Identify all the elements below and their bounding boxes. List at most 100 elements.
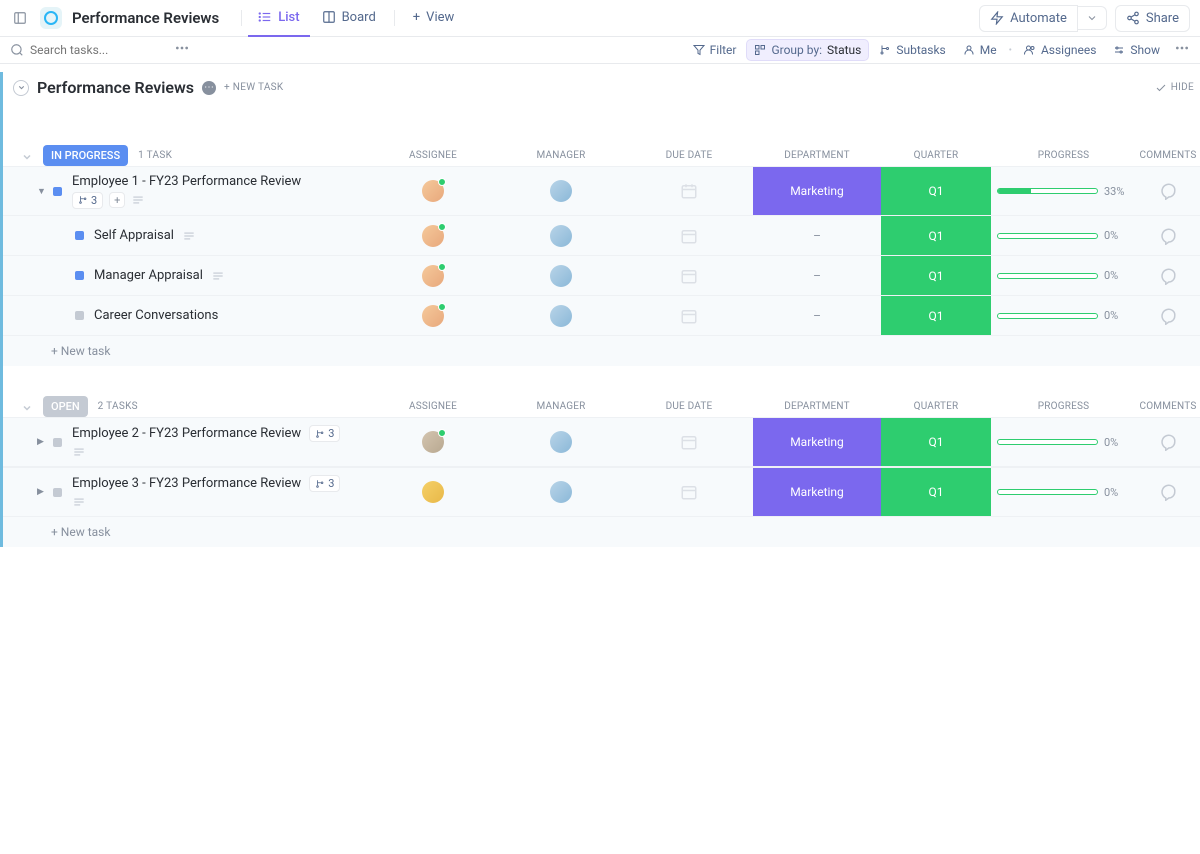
column-quarter[interactable]: QUARTER — [881, 150, 991, 161]
column-manager[interactable]: MANAGER — [497, 401, 625, 412]
me-button[interactable]: Me — [956, 40, 1004, 60]
quarter-cell[interactable]: Q1 — [881, 256, 991, 295]
task-row[interactable]: Self Appraisal – Q1 0% — [3, 216, 1200, 256]
due-date-cell[interactable] — [625, 167, 753, 215]
expand-caret-icon[interactable]: ▶ — [37, 437, 49, 447]
assignee-cell[interactable] — [369, 167, 497, 215]
progress-cell[interactable]: 33% — [991, 167, 1136, 215]
info-icon[interactable]: ⋯ — [202, 81, 216, 95]
department-cell[interactable]: – — [753, 256, 881, 295]
automate-dropdown[interactable] — [1078, 6, 1107, 30]
search-input[interactable] — [30, 43, 170, 57]
filter-button[interactable]: Filter — [686, 40, 744, 60]
status-square[interactable] — [53, 488, 62, 497]
status-square[interactable] — [75, 311, 84, 320]
column-due-date[interactable]: DUE DATE — [625, 401, 753, 412]
group-collapse-icon[interactable] — [21, 399, 37, 415]
tab-list[interactable]: List — [248, 0, 309, 37]
quarter-cell[interactable]: Q1 — [881, 216, 991, 255]
share-button[interactable]: Share — [1115, 5, 1190, 32]
task-title[interactable]: Employee 2 - FY23 Performance Review — [72, 426, 301, 441]
list-name[interactable]: Performance Reviews — [37, 78, 194, 97]
tab-add-view[interactable]: + View — [403, 0, 465, 37]
manager-cell[interactable] — [497, 296, 625, 335]
assignee-cell[interactable] — [369, 418, 497, 466]
assignee-cell[interactable] — [369, 296, 497, 335]
group-collapse-icon[interactable] — [21, 148, 37, 164]
task-title[interactable]: Employee 3 - FY23 Performance Review — [72, 476, 301, 491]
comments-cell[interactable] — [1136, 468, 1200, 516]
assignee-cell[interactable] — [369, 256, 497, 295]
column-comments[interactable]: COMMENTS — [1136, 401, 1200, 412]
department-cell[interactable]: – — [753, 216, 881, 255]
quarter-cell[interactable]: Q1 — [881, 468, 991, 516]
column-comments[interactable]: COMMENTS — [1136, 150, 1200, 161]
expand-caret-icon[interactable]: ▼ — [37, 186, 49, 197]
comments-cell[interactable] — [1136, 296, 1200, 335]
task-row[interactable]: Career Conversations – Q1 0% — [3, 296, 1200, 336]
add-subtask-button[interactable]: + — [109, 192, 125, 208]
subtask-count[interactable]: 3 — [309, 425, 340, 442]
comments-cell[interactable] — [1136, 256, 1200, 295]
progress-cell[interactable]: 0% — [991, 296, 1136, 335]
column-progress[interactable]: PROGRESS — [991, 401, 1136, 412]
space-icon[interactable] — [40, 7, 62, 29]
column-manager[interactable]: MANAGER — [497, 150, 625, 161]
comments-cell[interactable] — [1136, 418, 1200, 466]
status-square[interactable] — [53, 187, 62, 196]
tab-board[interactable]: Board — [312, 0, 386, 37]
column-assignee[interactable]: ASSIGNEE — [369, 401, 497, 412]
due-date-cell[interactable] — [625, 418, 753, 466]
column-progress[interactable]: PROGRESS — [991, 150, 1136, 161]
due-date-cell[interactable] — [625, 468, 753, 516]
status-square[interactable] — [75, 271, 84, 280]
progress-cell[interactable]: 0% — [991, 256, 1136, 295]
subtasks-button[interactable]: Subtasks — [872, 40, 952, 60]
assignees-button[interactable]: Assignees — [1017, 40, 1103, 60]
expand-caret-icon[interactable]: ▶ — [37, 487, 49, 497]
department-cell[interactable]: Marketing — [753, 468, 881, 516]
comments-cell[interactable] — [1136, 167, 1200, 215]
collapse-list-icon[interactable] — [13, 80, 29, 96]
progress-cell[interactable]: 0% — [991, 418, 1136, 466]
column-quarter[interactable]: QUARTER — [881, 401, 991, 412]
task-row[interactable]: ▶ Employee 3 - FY23 Performance Review 3… — [3, 467, 1200, 517]
task-title[interactable]: Self Appraisal — [94, 228, 174, 243]
show-button[interactable]: Show — [1106, 40, 1167, 60]
quarter-cell[interactable]: Q1 — [881, 418, 991, 466]
manager-cell[interactable] — [497, 468, 625, 516]
manager-cell[interactable] — [497, 256, 625, 295]
manager-cell[interactable] — [497, 167, 625, 215]
department-cell[interactable]: – — [753, 296, 881, 335]
toolbar-more-icon[interactable] — [1174, 40, 1190, 60]
status-badge[interactable]: IN PROGRESS — [43, 145, 128, 166]
task-row[interactable]: ▶ Employee 2 - FY23 Performance Review 3… — [3, 417, 1200, 467]
task-row[interactable]: Manager Appraisal – Q1 0% — [3, 256, 1200, 296]
hide-button[interactable]: HIDE — [1155, 82, 1194, 94]
new-task-link[interactable]: + NEW TASK — [224, 82, 283, 93]
due-date-cell[interactable] — [625, 256, 753, 295]
new-task-button[interactable]: + New task — [3, 336, 1200, 366]
department-cell[interactable]: Marketing — [753, 418, 881, 466]
panel-toggle-icon[interactable] — [10, 8, 30, 28]
column-department[interactable]: DEPARTMENT — [753, 150, 881, 161]
assignee-cell[interactable] — [369, 468, 497, 516]
automate-button[interactable]: Automate — [979, 5, 1078, 32]
subtask-count[interactable]: 3 — [309, 475, 340, 492]
progress-cell[interactable]: 0% — [991, 216, 1136, 255]
due-date-cell[interactable] — [625, 296, 753, 335]
column-department[interactable]: DEPARTMENT — [753, 401, 881, 412]
quarter-cell[interactable]: Q1 — [881, 167, 991, 215]
group-by-button[interactable]: Group by: Status — [746, 39, 869, 61]
new-task-button[interactable]: + New task — [3, 517, 1200, 547]
task-title[interactable]: Employee 1 - FY23 Performance Review — [72, 174, 301, 189]
subtask-count[interactable]: 3 — [72, 192, 103, 209]
column-due-date[interactable]: DUE DATE — [625, 150, 753, 161]
quarter-cell[interactable]: Q1 — [881, 296, 991, 335]
task-title[interactable]: Career Conversations — [94, 308, 218, 323]
more-icon[interactable] — [174, 40, 190, 60]
column-assignee[interactable]: ASSIGNEE — [369, 150, 497, 161]
manager-cell[interactable] — [497, 418, 625, 466]
status-square[interactable] — [53, 438, 62, 447]
comments-cell[interactable] — [1136, 216, 1200, 255]
